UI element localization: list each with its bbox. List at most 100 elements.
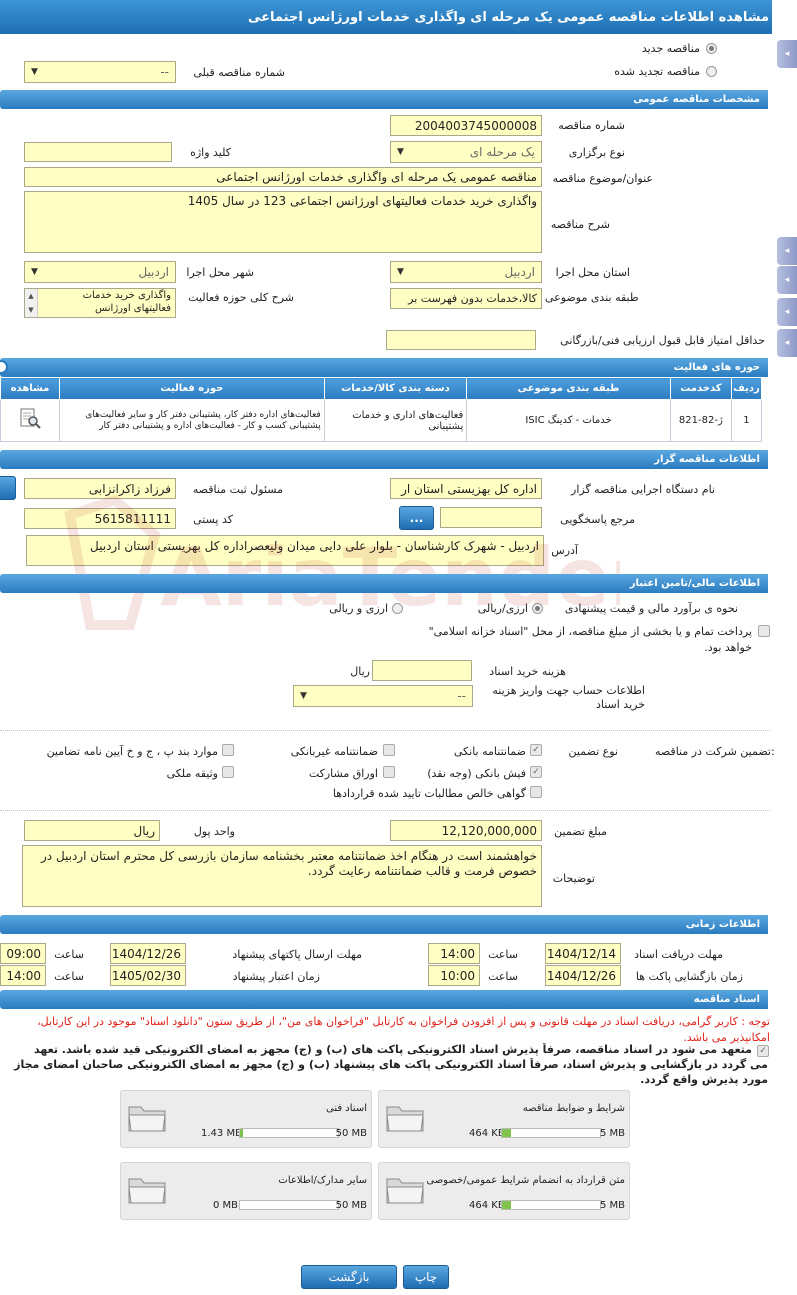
back-button[interactable]: بازگشت (301, 1265, 397, 1289)
cash-label: فیش بانکی (وجه نقد) (427, 767, 526, 780)
chevron-down-icon: ▼ (31, 267, 38, 277)
prev-number-label: شماره مناقصه قبلی (193, 66, 285, 79)
commit-checkbox[interactable]: ✓ (757, 1045, 769, 1057)
scrollbar[interactable]: ▲ ▼ (25, 289, 38, 317)
address-field[interactable]: اردبیل - شهرک کارشناسان - بلوار علی دایی… (26, 535, 544, 566)
items-checkbox[interactable] (222, 744, 234, 756)
amount-label: مبلغ تضمین (554, 825, 607, 838)
doc-receive-time-label: ساعت (488, 948, 518, 961)
responsible-label: مسئول ثبت مناقصه (192, 483, 283, 496)
currency-field[interactable]: ریال (24, 820, 160, 841)
description-field[interactable]: واگذاری خرید خدمات فعالیتهای اورژانس اجت… (24, 191, 542, 253)
bank-guarantee-checkbox[interactable]: ✓ (530, 744, 542, 756)
file-size-fill (502, 1201, 511, 1209)
open-time-label: ساعت (488, 970, 518, 983)
commit-line-3: مورد پذیرش واقع گردد. (640, 1073, 768, 1086)
section-documents: اسناد مناقصه (0, 990, 768, 1009)
validity-time[interactable]: 14:00 (0, 965, 46, 986)
property-label: وثیقه ملکی (166, 767, 218, 780)
city-select[interactable]: ▼ اردبیل (24, 261, 176, 283)
account-select[interactable]: ▼ -- (293, 685, 473, 707)
section-finance: اطلاعات مالی/تامین اعتبار (0, 574, 768, 593)
responsible-more-button[interactable] (0, 476, 16, 500)
folder-icon (386, 1178, 424, 1204)
keyword-field[interactable] (24, 142, 172, 162)
validity-time-label: ساعت (54, 970, 84, 983)
subject-field[interactable]: مناقصه عمومی یک مرحله ای واگذاری خدمات ا… (24, 167, 542, 187)
radio-currency-rial[interactable] (392, 603, 403, 614)
side-tab-5[interactable]: ◂ (777, 329, 797, 357)
folder-icon (128, 1178, 166, 1204)
page-title: مشاهده اطلاعات مناقصه عمومی یک مرحله ای … (248, 9, 769, 25)
send-deadline-date[interactable]: 1404/12/26 (110, 943, 186, 964)
tender-number-field[interactable]: 2004003745000008 (390, 115, 542, 136)
open-date[interactable]: 1404/12/26 (545, 965, 621, 986)
header-code: کدخدمت (669, 377, 732, 400)
file-size-bar (501, 1200, 601, 1210)
responsible-field[interactable]: فرزاد زاکرانزابی (24, 478, 176, 499)
holding-type-select[interactable]: ▼ یک مرحله ای (390, 141, 542, 163)
radio-new-tender[interactable] (706, 43, 717, 54)
doc-receive-date[interactable]: 1404/12/14 (545, 943, 621, 964)
file-max-size: 5 MB (599, 1200, 625, 1211)
reference-label: مرجع پاسخگویی (560, 513, 635, 526)
divider (0, 810, 770, 811)
cash-checkbox[interactable]: ✓ (530, 766, 542, 778)
reference-field[interactable] (440, 507, 542, 528)
open-time[interactable]: 10:00 (428, 965, 480, 986)
province-select[interactable]: ▼ اردبیل (390, 261, 542, 283)
side-tab-1[interactable]: ◂ (777, 40, 797, 68)
prev-number-select[interactable]: ▼ -- (24, 61, 176, 83)
row-code: ژ-82-821 (669, 399, 732, 442)
commit-line-2: می گردد در بازگشایی و پذیرش اسناد، صرفاً… (14, 1058, 768, 1071)
property-checkbox[interactable] (222, 766, 234, 778)
send-deadline-label: مهلت ارسال پاکتهای پیشنهاد (232, 948, 362, 961)
side-tab-3[interactable]: ◂ (777, 266, 797, 294)
notes-field[interactable]: خواهشمند است در هنگام اخذ ضمانتنامه معتب… (22, 845, 542, 907)
nonbank-guarantee-checkbox[interactable] (383, 744, 395, 756)
side-tab-2[interactable]: ◂ (777, 237, 797, 265)
file-other[interactable]: سایر مدارک/اطلاعات 0 MB 50 MB (120, 1162, 372, 1220)
file-size-bar (239, 1200, 339, 1210)
postal-code-label: کد پستی (193, 513, 233, 526)
treasury-checkbox[interactable] (758, 625, 770, 637)
radio-renewed-label: مناقصه تجدید شده (614, 65, 700, 78)
radio-renewed-tender[interactable] (706, 66, 717, 77)
header-index: ردیف (730, 377, 763, 400)
account-label: اطلاعات حساب جهت واریز هزینه خرید اسناد (492, 684, 645, 711)
participation-label: تضمین شرکت در مناقصه: (655, 745, 775, 758)
chevron-down-icon: ▼ (397, 147, 404, 157)
doc-cost-field[interactable] (372, 660, 472, 681)
claims-checkbox[interactable] (530, 786, 542, 798)
notes-label: توضیحات (552, 872, 595, 885)
keyword-label: کلید واژه (190, 146, 231, 159)
amount-field[interactable]: 12,120,000,000 (390, 820, 542, 841)
min-score-field[interactable] (386, 330, 536, 350)
file-size-bar (239, 1128, 339, 1138)
file-conditions[interactable]: شرایط و ضوابط مناقصه 464 KB 5 MB (378, 1090, 630, 1148)
bonds-checkbox[interactable] (383, 766, 395, 778)
view-document-icon[interactable] (18, 407, 42, 431)
chevron-down-icon: ▼ (300, 691, 307, 701)
divider (0, 730, 770, 731)
postal-code-field[interactable]: 5615811111 (24, 508, 176, 529)
validity-date[interactable]: 1405/02/30 (110, 965, 186, 986)
category-label: طبقه بندی موضوعی (545, 291, 639, 304)
chevron-down-icon: ▼ (397, 267, 404, 277)
print-button[interactable]: چاپ (403, 1265, 449, 1289)
file-size: 464 KB (469, 1200, 505, 1211)
file-max-size: 50 MB (335, 1128, 367, 1139)
doc-receive-time[interactable]: 14:00 (428, 943, 480, 964)
radio-currency-rial-label: ارزی و ریالی (329, 602, 388, 615)
file-contract[interactable]: متن قرارداد به انضمام شرایط عمومی/خصوصی … (378, 1162, 630, 1220)
send-deadline-time[interactable]: 09:00 (0, 943, 46, 964)
doc-cost-unit: ریال (350, 665, 370, 678)
side-tab-4[interactable]: ◂ (777, 298, 797, 326)
reference-lookup-button[interactable]: ... (399, 506, 434, 530)
radio-currency[interactable] (532, 603, 543, 614)
category-field[interactable]: کالا،خدمات بدون فهرست بر (390, 288, 542, 309)
agency-field[interactable]: اداره کل بهزیستی استان ار (390, 478, 542, 499)
bank-guarantee-label: ضمانتنامه بانکی (453, 745, 526, 758)
file-technical[interactable]: اسناد فنی 1.43 MB 50 MB (120, 1090, 372, 1148)
activity-desc-field[interactable]: واگذاری خرید خدمات فعالیتهای اورژانس (24, 288, 176, 318)
